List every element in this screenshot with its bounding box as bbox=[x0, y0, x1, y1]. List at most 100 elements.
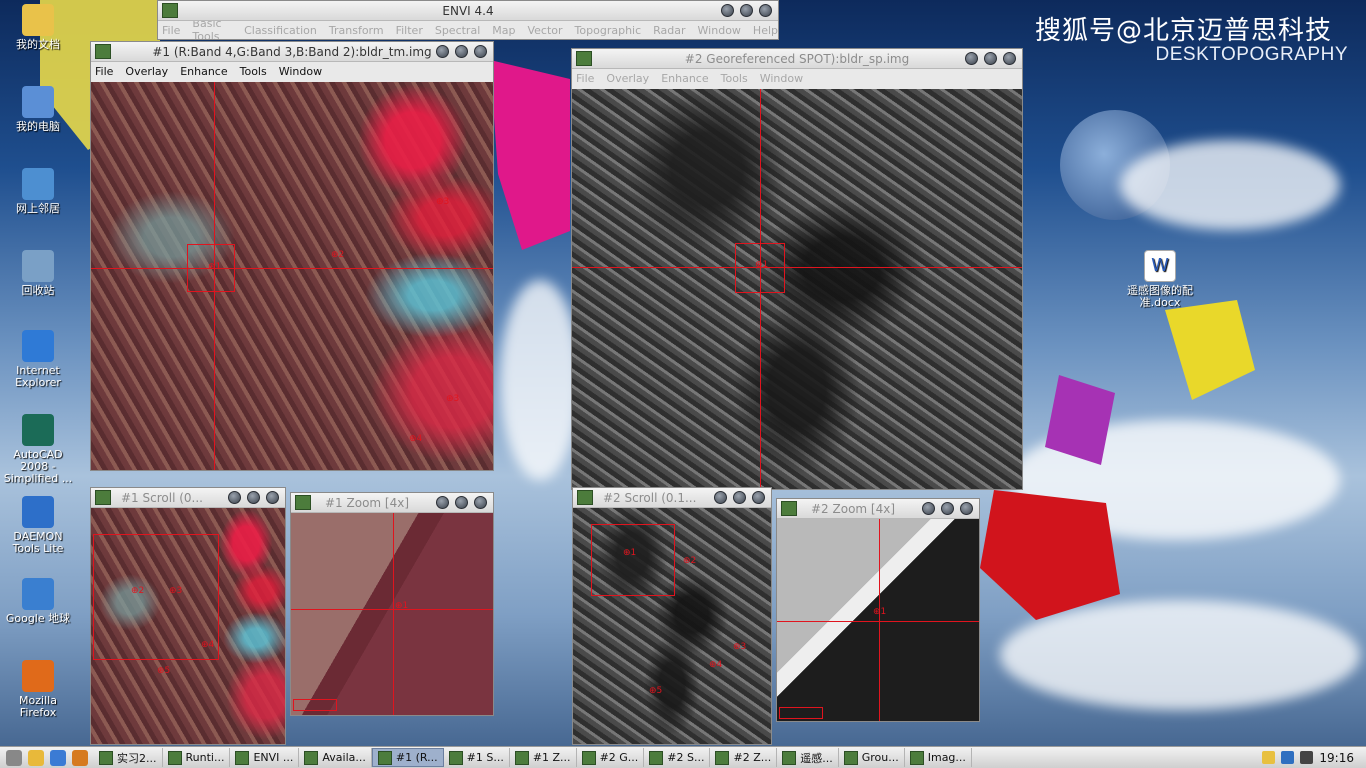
apple-menu-icon[interactable] bbox=[6, 749, 22, 766]
tray-icon[interactable] bbox=[1281, 751, 1295, 764]
gcp-marker[interactable]: ⊕2 bbox=[131, 586, 144, 596]
desktop-icon-3[interactable]: 回收站 bbox=[0, 250, 76, 297]
minimize-button[interactable] bbox=[436, 496, 449, 509]
gcp-marker[interactable]: ⊕4 bbox=[709, 660, 722, 670]
image-window-2-canvas[interactable]: ⊕1 bbox=[572, 89, 1022, 489]
desktop-icon-1[interactable]: 我的电脑 bbox=[0, 86, 76, 133]
gcp-marker[interactable]: ⊕1 bbox=[623, 548, 636, 558]
zoom-window-2-titlebar[interactable]: #2 Zoom [4x] bbox=[777, 499, 979, 519]
menu-item-overlay[interactable]: Overlay bbox=[606, 72, 649, 85]
scroll-window-2-titlebar[interactable]: #2 Scroll (0.1... bbox=[573, 488, 771, 508]
desktop-icon-5[interactable]: AutoCAD 2008 - Simplified ... bbox=[0, 414, 76, 485]
taskbar-button[interactable]: #1 Z... bbox=[510, 748, 577, 767]
taskbar-button[interactable]: 遥感... bbox=[777, 748, 839, 767]
scroll-window-1[interactable]: #1 Scroll (0... ⊕2 ⊕3 ⊕4 ⊕5 bbox=[90, 487, 286, 745]
taskbar-button[interactable]: Grou... bbox=[839, 748, 905, 767]
gcp-marker[interactable]: ⊕2 bbox=[683, 556, 696, 566]
gcp-marker[interactable]: ⊕4 bbox=[201, 640, 214, 650]
gcp-marker[interactable]: ⊕1 bbox=[755, 260, 768, 270]
clock[interactable]: 19:16 bbox=[1319, 751, 1354, 765]
folder-icon[interactable] bbox=[28, 749, 44, 766]
envi-main-titlebar[interactable]: ENVI 4.4 bbox=[158, 1, 778, 21]
app-icon[interactable] bbox=[72, 749, 88, 766]
taskbar-button[interactable]: #2 Z... bbox=[710, 748, 778, 767]
maximize-button[interactable] bbox=[733, 491, 746, 504]
desktop-icon-2[interactable]: 网上邻居 bbox=[0, 168, 76, 215]
image-window-1[interactable]: #1 (R:Band 4,G:Band 3,B:Band 2):bldr_tm.… bbox=[90, 41, 494, 471]
gcp-marker[interactable]: ⊕1 bbox=[873, 607, 886, 617]
menu-item-help[interactable]: Help bbox=[753, 24, 778, 37]
minimize-button[interactable] bbox=[721, 4, 734, 17]
gcp-marker[interactable]: ⊕4 bbox=[409, 434, 422, 444]
ie-icon[interactable] bbox=[50, 749, 66, 766]
taskbar-button[interactable]: #2 S... bbox=[644, 748, 711, 767]
gcp-marker[interactable]: ⊕3 bbox=[733, 642, 746, 652]
scroll-window-1-titlebar[interactable]: #1 Scroll (0... bbox=[91, 488, 285, 508]
volume-icon[interactable] bbox=[1300, 751, 1314, 764]
image-window-2[interactable]: #2 Georeferenced SPOT):bldr_sp.img File O… bbox=[571, 48, 1023, 490]
close-button[interactable] bbox=[474, 496, 487, 509]
gcp-marker[interactable]: ⊕2 bbox=[331, 250, 344, 260]
desktop-icon-6[interactable]: DAEMON Tools Lite bbox=[0, 496, 76, 555]
envi-main-window[interactable]: ENVI 4.4 File Basic Tools Classification Tr… bbox=[157, 0, 779, 40]
gcp-marker[interactable]: ⊕3 bbox=[446, 394, 459, 404]
gcp-marker[interactable]: ⊕1 bbox=[395, 601, 408, 611]
taskbar-button[interactable]: Imag... bbox=[905, 748, 972, 767]
gcp-marker[interactable]: ⊕5 bbox=[157, 666, 170, 676]
close-button[interactable] bbox=[474, 45, 487, 58]
scroll-window-1-canvas[interactable]: ⊕2 ⊕3 ⊕4 ⊕5 bbox=[91, 508, 285, 744]
gcp-marker[interactable]: ⊕5 bbox=[649, 686, 662, 696]
minimize-button[interactable] bbox=[714, 491, 727, 504]
menu-item-classification[interactable]: Classification bbox=[244, 24, 317, 37]
scroll-window-2[interactable]: #2 Scroll (0.1... ⊕1 ⊕2 ⊕3 ⊕4 ⊕5 bbox=[572, 487, 772, 745]
taskbar-button[interactable]: #1 (R... bbox=[371, 748, 444, 767]
menu-item-tools[interactable]: Tools bbox=[721, 72, 748, 85]
menu-item-radar[interactable]: Radar bbox=[653, 24, 685, 37]
taskbar-button[interactable]: Runti... bbox=[163, 748, 231, 767]
taskbar-button[interactable]: #1 S... bbox=[444, 748, 510, 767]
gcp-marker[interactable]: ⊕1 bbox=[208, 262, 221, 272]
close-button[interactable] bbox=[752, 491, 765, 504]
maximize-button[interactable] bbox=[941, 502, 954, 515]
gcp-marker[interactable]: ⊕3 bbox=[436, 197, 449, 207]
menu-item-enhance[interactable]: Enhance bbox=[661, 72, 708, 85]
menu-item-overlay[interactable]: Overlay bbox=[125, 65, 168, 78]
minimize-button[interactable] bbox=[922, 502, 935, 515]
taskbar-button[interactable]: 实习2... bbox=[94, 748, 163, 767]
zoom-window-1[interactable]: #1 Zoom [4x] ⊕1 bbox=[290, 492, 494, 716]
menu-item-file[interactable]: File bbox=[162, 24, 180, 37]
desktop-icon-4[interactable]: Internet Explorer bbox=[0, 330, 76, 389]
menu-item-topographic[interactable]: Topographic bbox=[575, 24, 642, 37]
tray-icon[interactable] bbox=[1262, 751, 1276, 764]
menu-item-file[interactable]: File bbox=[576, 72, 594, 85]
menu-item-spectral[interactable]: Spectral bbox=[435, 24, 480, 37]
menu-item-filter[interactable]: Filter bbox=[396, 24, 423, 37]
close-button[interactable] bbox=[1003, 52, 1016, 65]
menu-item-enhance[interactable]: Enhance bbox=[180, 65, 227, 78]
scroll-view-box[interactable] bbox=[591, 524, 675, 596]
close-button[interactable] bbox=[960, 502, 973, 515]
minimize-button[interactable] bbox=[965, 52, 978, 65]
menu-item-window[interactable]: Window bbox=[760, 72, 803, 85]
minimize-button[interactable] bbox=[436, 45, 449, 58]
taskbar-button[interactable]: #2 G... bbox=[577, 748, 645, 767]
maximize-button[interactable] bbox=[740, 4, 753, 17]
zoom-window-1-titlebar[interactable]: #1 Zoom [4x] bbox=[291, 493, 493, 513]
gcp-marker[interactable]: ⊕3 bbox=[169, 586, 182, 596]
image-window-2-titlebar[interactable]: #2 Georeferenced SPOT):bldr_sp.img bbox=[572, 49, 1022, 69]
desktop-icon-8[interactable]: Mozilla Firefox bbox=[0, 660, 76, 719]
image-window-1-titlebar[interactable]: #1 (R:Band 4,G:Band 3,B:Band 2):bldr_tm.… bbox=[91, 42, 493, 62]
menu-item-window[interactable]: Window bbox=[698, 24, 741, 37]
scroll-window-2-canvas[interactable]: ⊕1 ⊕2 ⊕3 ⊕4 ⊕5 bbox=[573, 508, 771, 744]
maximize-button[interactable] bbox=[247, 491, 260, 504]
zoom-controls[interactable] bbox=[779, 707, 823, 719]
desktop-icon-0[interactable]: 我的文档 bbox=[0, 4, 76, 51]
taskbar-button[interactable]: ENVI ... bbox=[230, 748, 300, 767]
image-window-1-canvas[interactable]: ⊕2 ⊕3 ⊕3 ⊕4 ⊕1 bbox=[91, 82, 493, 470]
maximize-button[interactable] bbox=[455, 45, 468, 58]
maximize-button[interactable] bbox=[984, 52, 997, 65]
menu-item-tools[interactable]: Tools bbox=[240, 65, 267, 78]
menu-item-window[interactable]: Window bbox=[279, 65, 322, 78]
menu-item-vector[interactable]: Vector bbox=[527, 24, 562, 37]
close-button[interactable] bbox=[266, 491, 279, 504]
